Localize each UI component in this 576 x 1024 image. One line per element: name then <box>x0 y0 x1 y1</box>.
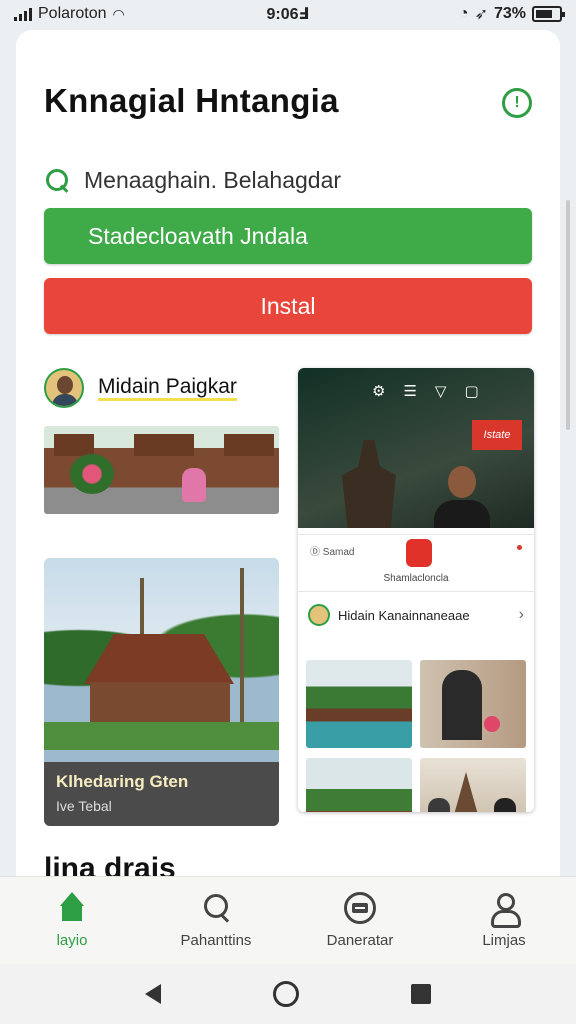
profile-row[interactable]: Midain Paigkar <box>44 366 237 410</box>
nav-item-profile[interactable]: Limjas <box>432 877 576 964</box>
info-icon[interactable]: ! <box>502 88 532 118</box>
home-circle-icon[interactable] <box>273 981 299 1007</box>
photo-caption[interactable]: Klhedaring Gten Ive Tebal <box>44 762 279 826</box>
hero-image[interactable]: ⚙ ☰ ▽ ▢ Istate <box>298 368 534 528</box>
strip-caption: Shamlacloncla <box>383 573 449 584</box>
grid-photo-garden[interactable] <box>306 758 412 812</box>
hero-person <box>434 466 490 528</box>
caption-subtitle: Ive Tebal <box>56 798 112 814</box>
nav-label: Limjas <box>482 932 526 949</box>
hero-toolbar: ⚙ ☰ ▽ ▢ <box>372 382 479 400</box>
sub-profile-row[interactable]: Hidain Kanainnaneaae › <box>308 598 524 632</box>
app-logo-icon[interactable] <box>406 539 432 567</box>
install-button[interactable]: Instal <box>44 278 532 334</box>
calendar-icon <box>344 892 376 924</box>
profile-icon <box>488 892 521 928</box>
signal-icon <box>14 7 32 21</box>
primary-action-button[interactable]: Stadecloavath Jndala <box>44 208 532 264</box>
back-icon[interactable] <box>145 984 161 1004</box>
settings-icon[interactable]: ⚙ <box>372 382 385 400</box>
right-feed-card[interactable]: ⚙ ☰ ▽ ▢ Istate Ⓓ Samad Shamlacloncla Hid… <box>298 368 534 812</box>
nav-item-home[interactable]: layio <box>0 877 144 964</box>
battery-percent: 73% <box>493 5 526 22</box>
street-photo[interactable] <box>44 426 279 514</box>
comment-icon[interactable]: ▽ <box>435 382 447 400</box>
app-strip: Ⓓ Samad Shamlacloncla <box>298 534 534 592</box>
avatar[interactable] <box>308 604 330 626</box>
avatar[interactable] <box>44 368 84 408</box>
status-left: Polaroton ◠ <box>14 5 214 23</box>
recents-icon[interactable] <box>411 984 431 1004</box>
grid-photo-people[interactable] <box>420 660 526 748</box>
profile-name[interactable]: Midain Paigkar <box>98 375 237 401</box>
caption-title: Klhedaring Gten <box>56 772 189 791</box>
roof-shape <box>134 434 194 456</box>
battery-icon <box>532 6 565 22</box>
nav-label: Daneratar <box>326 932 394 949</box>
system-nav-bar <box>0 964 576 1024</box>
hero-badge: Istate <box>472 420 522 450</box>
statue <box>342 440 396 528</box>
bottom-nav: layio Pahanttins Daneratar Limjas <box>0 876 576 964</box>
search-icon <box>200 892 232 924</box>
search-input[interactable] <box>84 166 532 194</box>
location-icon: ➶ <box>474 6 488 23</box>
search-icon[interactable] <box>44 167 70 193</box>
scooter-rider <box>182 468 206 502</box>
scrollbar[interactable] <box>566 200 570 430</box>
chevron-right-icon[interactable]: › <box>519 606 524 624</box>
wifi-icon: ◠ <box>112 5 125 22</box>
nav-item-search[interactable]: Pahanttins <box>144 877 288 964</box>
lawn <box>44 722 279 750</box>
flower-bush <box>70 454 114 494</box>
strip-label: Ⓓ Samad <box>310 547 355 558</box>
grid-photo-villa[interactable] <box>306 660 412 748</box>
carrier-name: Polaroton <box>38 5 107 22</box>
sub-profile-name[interactable]: Hidain Kanainnaneaae <box>338 608 511 623</box>
search-bar[interactable] <box>44 160 532 200</box>
palm-trunk <box>240 568 244 728</box>
app-title: Knnagial Hntangia <box>44 82 339 119</box>
status-right: ◔ ➶ 73% <box>458 4 565 24</box>
roof-shape <box>54 434 94 456</box>
nav-label: layio <box>56 932 88 949</box>
share-icon[interactable]: ▢ <box>464 382 478 400</box>
house-photo[interactable]: Klhedaring Gten Ive Tebal <box>44 558 279 826</box>
nav-item-calendar[interactable]: Daneratar <box>288 877 432 964</box>
nav-label: Pahanttins <box>180 932 252 949</box>
house-body <box>90 682 230 722</box>
status-bar: Polaroton ◠ 9:06Ⅎ ◔ ➶ 73% <box>0 0 576 28</box>
notification-dot <box>517 545 522 550</box>
alarm-icon: ◔ <box>458 5 469 22</box>
grid-photo-temple[interactable] <box>420 758 526 812</box>
roof-shape <box>224 434 274 456</box>
main-card: Knnagial Hntangia ! Stadecloavath Jndala… <box>16 30 560 960</box>
home-icon <box>56 892 88 924</box>
menu-icon[interactable]: ☰ <box>403 382 416 400</box>
